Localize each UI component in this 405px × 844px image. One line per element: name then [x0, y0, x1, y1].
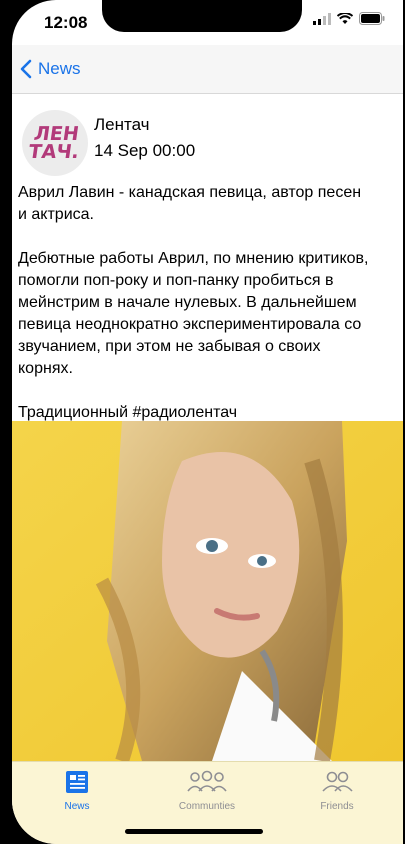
status-time: 12:08 — [44, 13, 88, 32]
post-date: 14 Sep 00:00 — [94, 141, 196, 160]
back-button[interactable]: News — [20, 59, 81, 79]
group-icon — [187, 770, 227, 792]
wifi-icon — [337, 12, 353, 24]
navigation-bar: News — [12, 45, 403, 94]
screen: 12:08 News ЛЕН ТАЧ. Лентач 14 Sep 00:00 … — [12, 0, 403, 844]
phone-frame: 12:08 News ЛЕН ТАЧ. Лентач 14 Sep 00:00 … — [0, 0, 405, 844]
back-label: News — [38, 59, 81, 78]
tab-friends[interactable]: Friends — [272, 770, 402, 812]
chevron-left-icon — [20, 59, 32, 79]
tab-news[interactable]: News — [12, 770, 142, 812]
avatar-logo-line2: ТАЧ. — [27, 141, 81, 163]
tab-friends-label: Friends — [320, 801, 354, 812]
author-name[interactable]: Лентач — [94, 115, 150, 135]
avatar[interactable]: ЛЕН ТАЧ. — [22, 110, 88, 176]
battery-icon — [359, 12, 385, 25]
newspaper-icon — [66, 771, 88, 793]
portrait-image — [12, 421, 403, 761]
tab-communities[interactable]: Communties — [142, 770, 272, 812]
home-indicator — [125, 829, 263, 834]
post-image[interactable] — [12, 421, 403, 761]
post-text: Аврил Лавин - канадская певица, автор пе… — [18, 184, 369, 421]
tab-news-label: News — [64, 801, 90, 812]
friends-icon — [322, 771, 353, 792]
notch — [102, 0, 302, 32]
status-icons — [313, 12, 385, 25]
avatar-logo: ЛЕН ТАЧ. — [27, 123, 82, 163]
signal-icon — [313, 12, 331, 25]
tab-communities-label: Communties — [178, 801, 236, 812]
